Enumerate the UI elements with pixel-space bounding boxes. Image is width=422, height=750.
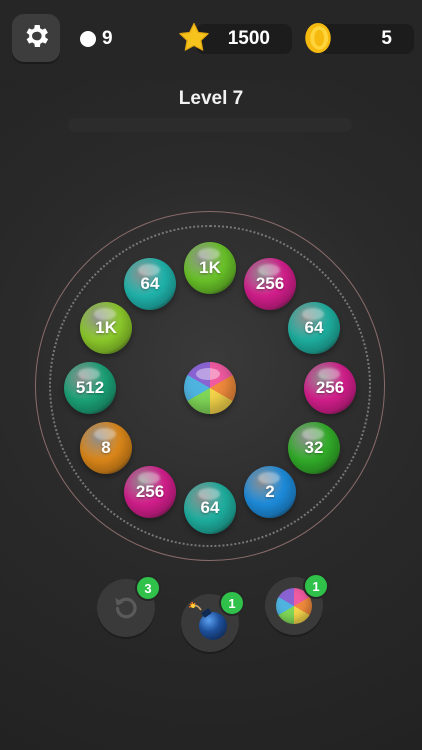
number-ball[interactable]: 64	[184, 482, 236, 534]
number-ball[interactable]: 1K	[80, 302, 132, 354]
coins-value: 5	[381, 28, 392, 49]
ball-value: 256	[135, 482, 165, 501]
number-ball[interactable]: 256	[244, 258, 296, 310]
number-ball[interactable]: 64	[288, 302, 340, 354]
ball-value: 1K	[95, 318, 117, 337]
undo-count-badge: 3	[135, 575, 161, 601]
undo-icon	[111, 591, 141, 626]
number-ball[interactable]: 2	[244, 466, 296, 518]
ball-count-icon	[80, 31, 96, 47]
ball-value: 512	[75, 378, 105, 397]
ball-value: 64	[304, 318, 324, 337]
balls-remaining: 9	[80, 26, 113, 52]
ball-value: 32	[304, 438, 324, 457]
gear-icon	[21, 21, 51, 56]
number-ball[interactable]: 8	[80, 422, 132, 474]
number-ball[interactable]: 32	[288, 422, 340, 474]
ball-value: 64	[140, 274, 160, 293]
settings-button[interactable]	[12, 14, 60, 62]
shooter-rainbow-ball[interactable]	[184, 362, 236, 414]
number-ball[interactable]: 1K	[184, 242, 236, 294]
undo-button[interactable]: 3	[97, 575, 161, 637]
stars-value: 1500	[227, 28, 270, 49]
level-progress-bar	[68, 118, 352, 132]
coin-icon	[300, 20, 336, 56]
bomb-count-badge: 1	[219, 590, 245, 616]
bomb-button[interactable]: 1	[181, 590, 245, 652]
number-ball[interactable]: 256	[124, 466, 176, 518]
ball-value: 256	[315, 378, 345, 397]
level-title: Level 7	[178, 88, 244, 109]
rainbow-count-badge: 1	[303, 573, 329, 599]
ball-value: 64	[200, 498, 220, 517]
ball-value: 8	[101, 438, 111, 457]
number-ball[interactable]: 64	[124, 258, 176, 310]
star-icon	[176, 20, 212, 56]
ball-value: 2	[265, 482, 275, 501]
ball-value: 256	[255, 274, 285, 293]
rainbow-ball-button[interactable]: 1	[265, 573, 329, 635]
ball-value: 1K	[199, 258, 221, 277]
number-ball[interactable]: 512	[64, 362, 116, 414]
number-ball[interactable]: 256	[304, 362, 356, 414]
balls-remaining-value: 9	[102, 28, 113, 49]
